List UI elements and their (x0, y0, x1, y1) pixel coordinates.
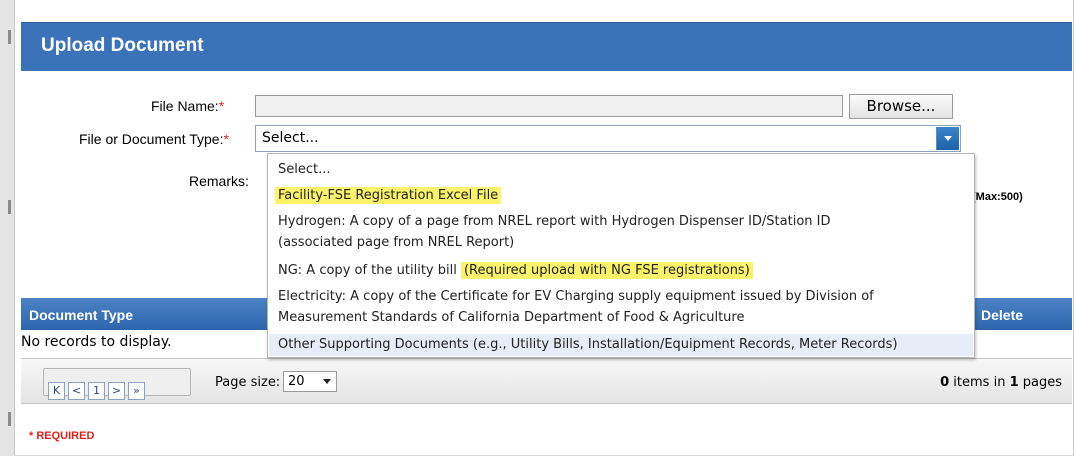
dropdown-option-hydrogen[interactable]: Hydrogen: A copy of a page from NREL rep… (269, 211, 973, 253)
remarks-label: Remarks: (189, 173, 249, 189)
edge-marker (8, 412, 11, 426)
column-document-type[interactable]: Document Type (29, 307, 133, 323)
option-text: Other Supporting Documents (e.g., Utilit… (278, 337, 898, 352)
page-size-label: Page size: (215, 375, 281, 390)
column-delete: Delete (981, 307, 1024, 323)
items-text: items in (949, 375, 1010, 390)
last-page-button[interactable]: » (128, 382, 145, 400)
option-text: Hydrogen: A copy of a page from NREL rep… (278, 214, 831, 229)
browse-button[interactable]: Browse... (849, 94, 953, 119)
edge-marker (8, 200, 11, 214)
dropdown-arrow-icon[interactable] (936, 127, 959, 150)
dropdown-option-electricity[interactable]: Electricity: A copy of the Certificate f… (269, 286, 973, 328)
file-name-label: File Name: (151, 98, 219, 114)
page-1-button[interactable]: 1 (88, 382, 105, 400)
option-text-line2: Measurement Standards of California Depa… (278, 310, 745, 325)
doc-type-dropdown-list: Select... Facility-FSE Registration Exce… (267, 153, 975, 358)
page-size-select[interactable]: 20 (283, 371, 337, 392)
pager-buttons: K < 1 > » (43, 368, 191, 400)
required-note: * REQUIRED (29, 430, 95, 442)
items-count: 0 (940, 375, 950, 390)
next-page-button[interactable]: > (108, 382, 125, 400)
option-text: Select... (278, 162, 331, 177)
items-summary: 0 items in 1 pages (940, 375, 1062, 390)
grid-pager: K < 1 > » Page size: 20 0 items in 1 pag… (21, 358, 1072, 404)
option-text: Electricity: A copy of the Certificate f… (278, 289, 874, 304)
max-length-note: (Max:500) (972, 191, 1023, 203)
required-marker: * (218, 98, 225, 114)
dialog-title: Upload Document (41, 35, 204, 56)
option-text: NG: A copy of the utility bill (278, 263, 461, 278)
dialog-header: Upload Document (21, 22, 1072, 71)
option-highlight: Facility-FSE Registration Excel File (275, 187, 502, 204)
window-edge (0, 0, 14, 456)
dropdown-option-ng[interactable]: NG: A copy of the utility bill (Required… (269, 260, 973, 281)
option-highlight: (Required upload with NG FSE registratio… (460, 262, 753, 279)
page-size-value: 20 (288, 374, 305, 389)
dropdown-option-select[interactable]: Select... (269, 159, 973, 180)
dropdown-option-other[interactable]: Other Supporting Documents (e.g., Utilit… (269, 334, 973, 356)
upload-dialog: Upload Document File Name:* Browse... Fi… (14, 0, 1074, 455)
chevron-down-icon[interactable] (323, 379, 331, 384)
empty-grid-message: No records to display. (21, 334, 172, 350)
dropdown-option-facility-fse[interactable]: Facility-FSE Registration Excel File (269, 185, 973, 206)
pages-count: 1 (1009, 375, 1019, 390)
file-name-label-row: File Name:* (151, 98, 224, 114)
prev-page-button[interactable]: < (68, 382, 85, 400)
doc-type-select[interactable]: Select... (255, 125, 961, 152)
pages-text: pages (1018, 375, 1062, 390)
doc-type-label-row: File or Document Type:* (79, 131, 229, 147)
first-page-button[interactable]: K (48, 382, 65, 400)
required-marker: * (223, 131, 229, 147)
doc-type-selected-value: Select... (262, 130, 319, 146)
option-text-line2: (associated page from NREL Report) (278, 235, 515, 250)
edge-marker (8, 30, 11, 44)
doc-type-label: File or Document Type: (79, 131, 224, 147)
file-name-input[interactable] (255, 95, 843, 117)
